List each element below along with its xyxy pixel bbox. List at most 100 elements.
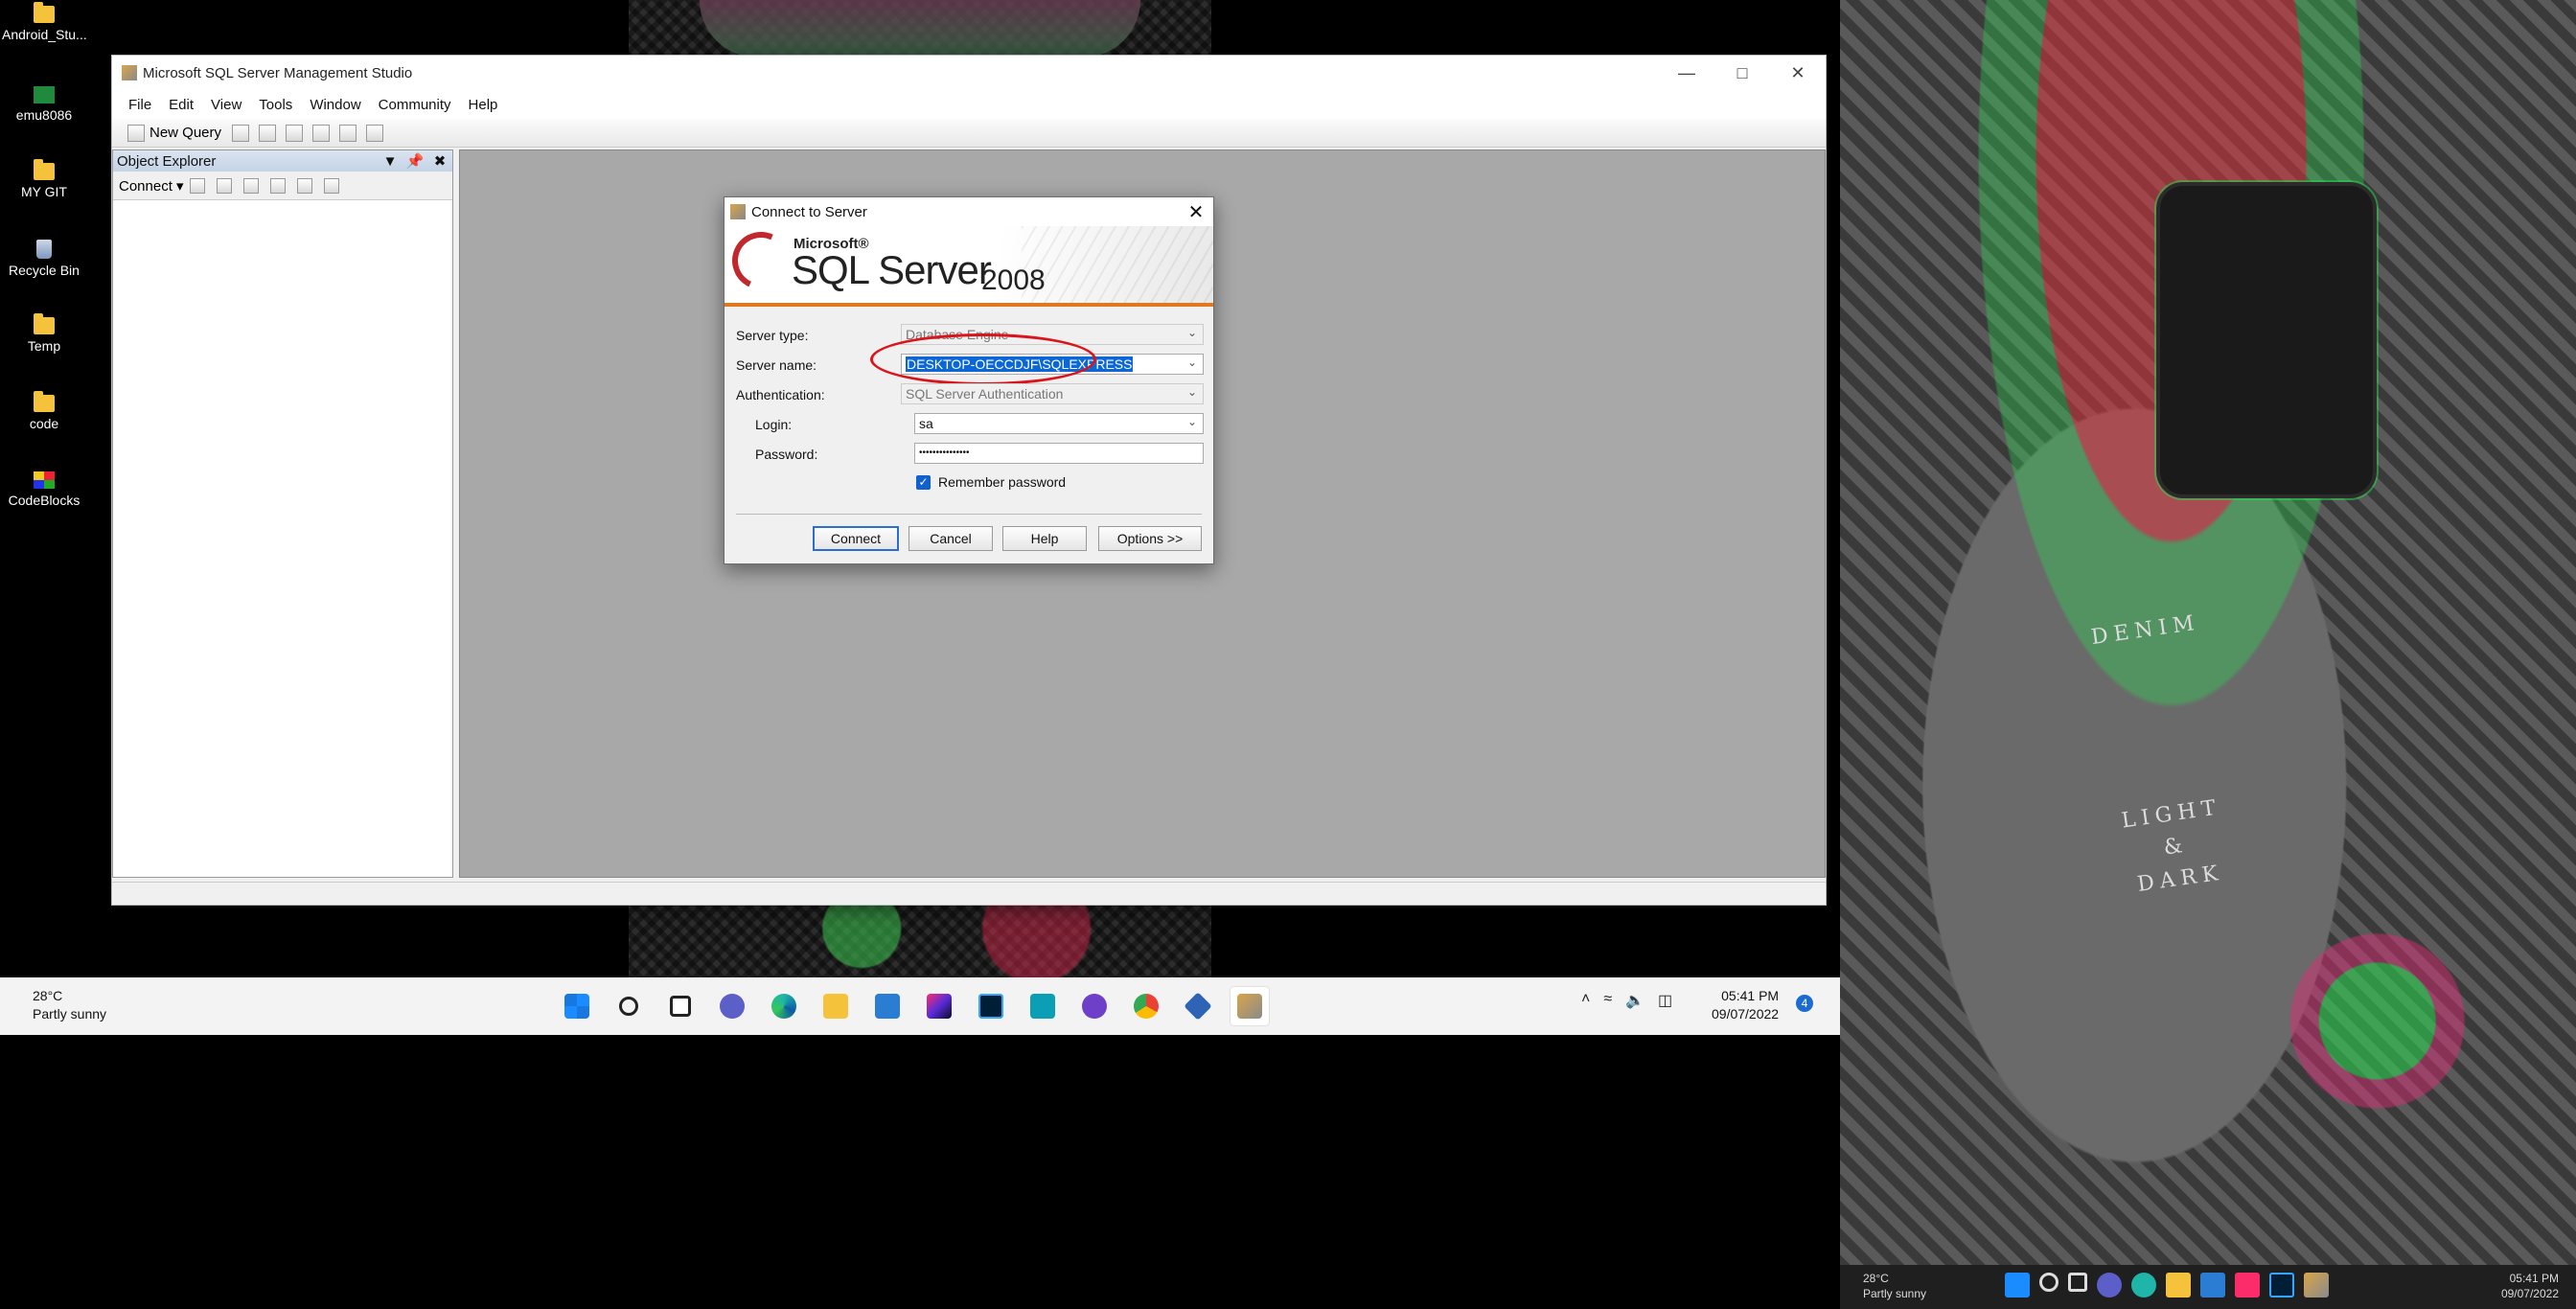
notification-badge[interactable]: 4 [1796,995,1813,1012]
search-icon[interactable] [610,987,648,1025]
chevron-up-icon[interactable]: ˄ [1581,991,1590,1010]
new-query-button[interactable]: New Query [122,123,227,144]
menu-help[interactable]: Help [460,97,507,113]
login-value: sa [919,416,933,431]
menu-window[interactable]: Window [301,97,369,113]
taskbar-clock[interactable]: 05:41 PM 09/07/2022 [2501,1271,2559,1301]
desktop-icon-label: emu8086 [15,107,73,123]
word-icon[interactable] [868,987,907,1025]
weather-widget[interactable]: 28°C Partly sunny [1863,1271,1926,1301]
ssms-icon[interactable] [2304,1273,2329,1298]
secondary-taskbar: 28°C Partly sunny 05:41 PM 09/07/2022 [1840,1265,2576,1309]
snipping-icon[interactable] [1024,987,1062,1025]
disconnect-icon[interactable] [216,177,232,194]
pin-icon[interactable]: 📌 [402,152,427,170]
login-label: Login: [755,417,793,432]
close-icon[interactable]: ✖ [427,152,452,170]
menu-tools[interactable]: Tools [250,97,301,113]
ssms-icon[interactable] [1230,987,1269,1025]
dropdown-arrow-icon[interactable]: ▼ [378,153,402,170]
activity-monitor-icon[interactable] [366,124,384,142]
menu-edit[interactable]: Edit [160,97,202,113]
folder-icon [34,313,55,334]
task-view-icon[interactable] [2068,1273,2087,1292]
weather-temp: 28°C [33,988,63,1003]
maximize-button[interactable]: □ [1714,56,1770,90]
edge-icon[interactable] [2131,1273,2156,1298]
options-button[interactable]: Options >> [1098,526,1202,551]
emu8086-icon [34,86,55,103]
codeblocks-icon [34,471,55,489]
open-file-icon[interactable] [286,124,304,142]
filter-icon[interactable] [269,177,286,194]
minimize-button[interactable]: — [1659,56,1714,90]
menu-bar: File Edit View Tools Window Community He… [112,90,1826,119]
cancel-button[interactable]: Cancel [908,526,993,551]
windows-start-icon[interactable] [2005,1273,2030,1298]
summary-icon[interactable] [323,177,339,194]
folder-icon [34,2,55,23]
clock-time: 05:41 PM [2509,1272,2559,1285]
connect-button[interactable]: Connect [813,526,899,551]
ssms-app-icon [122,65,137,80]
virtualbox-icon[interactable] [1179,987,1217,1025]
word-icon[interactable] [2200,1273,2225,1298]
file-explorer-icon[interactable] [2166,1273,2191,1298]
connect-dropdown[interactable]: Connect ▾ [119,177,184,195]
menu-file[interactable]: File [120,97,160,113]
weather-widget[interactable]: 28°C Partly sunny [33,987,106,1023]
wifi-icon[interactable]: ≈ [1603,991,1612,1010]
github-desktop-icon[interactable] [1075,987,1114,1025]
desktop-icon-emu8086[interactable]: emu8086 [2,86,86,123]
save-icon[interactable] [312,124,331,142]
taskbar-clock[interactable]: 05:41 PM 09/07/2022 [1712,987,1779,1023]
window-titlebar[interactable]: Microsoft SQL Server Management Studio —… [112,56,1826,90]
refresh-icon[interactable] [296,177,312,194]
windows-start-icon[interactable] [558,987,596,1025]
intellij-icon[interactable] [920,987,958,1025]
close-button[interactable]: ✕ [1770,56,1826,90]
server-type-label: Server type: [736,328,809,343]
database-engine-query-icon[interactable] [232,124,250,142]
file-explorer-icon[interactable] [816,987,855,1025]
chevron-down-icon: ⌄ [1186,356,1197,369]
save-all-icon[interactable] [339,124,357,142]
remember-password-checkbox[interactable]: ✓ Remember password [916,474,1066,490]
desktop-icon-my-git[interactable]: MY GIT [2,159,86,199]
secondary-monitor: DENIM LIGHT & DARK 28°C Partly sunny 05:… [1840,0,2576,1309]
dialog-close-button[interactable]: ✕ [1179,200,1213,224]
authentication-value: SQL Server Authentication [906,386,1064,402]
desktop-icon-codeblocks[interactable]: CodeBlocks [2,471,86,508]
new-file-icon[interactable] [259,124,277,142]
desktop-icon-temp[interactable]: Temp [2,313,86,354]
search-icon[interactable] [2039,1273,2058,1292]
chrome-icon[interactable] [1127,987,1165,1025]
authentication-select[interactable]: SQL Server Authentication ⌄ [901,383,1204,404]
connect-object-explorer-icon[interactable] [189,177,205,194]
photoshop-icon[interactable] [2269,1273,2294,1298]
login-combobox[interactable]: sa ⌄ [914,413,1204,434]
desktop-icon-android-studio[interactable]: Android_Stu... [2,2,87,42]
banner-year: 2008 [981,264,1046,296]
password-field[interactable]: ••••••••••••••• [914,443,1204,464]
desktop-icon-code[interactable]: code [2,391,86,431]
battery-icon[interactable]: ◫ [1658,991,1672,1010]
teams-chat-icon[interactable] [713,987,751,1025]
banner-decoration [1022,226,1213,303]
task-view-icon[interactable] [661,987,700,1025]
object-explorer-header: Object Explorer ▼ 📌 ✖ [113,150,452,172]
dialog-divider [736,514,1202,515]
menu-view[interactable]: View [202,97,250,113]
dialog-titlebar[interactable]: Connect to Server ✕ [724,197,1213,226]
stop-icon[interactable] [242,177,259,194]
help-button[interactable]: Help [1002,526,1087,551]
volume-icon[interactable]: 🔈 [1625,991,1644,1010]
menu-community[interactable]: Community [370,97,460,113]
teams-chat-icon[interactable] [2097,1273,2122,1298]
photoshop-icon[interactable] [972,987,1010,1025]
edge-icon[interactable] [765,987,803,1025]
desktop-icon-recycle-bin[interactable]: Recycle Bin [2,240,86,278]
intellij-icon[interactable] [2235,1273,2260,1298]
standard-toolbar: New Query [112,119,1826,148]
new-query-icon [127,124,145,142]
